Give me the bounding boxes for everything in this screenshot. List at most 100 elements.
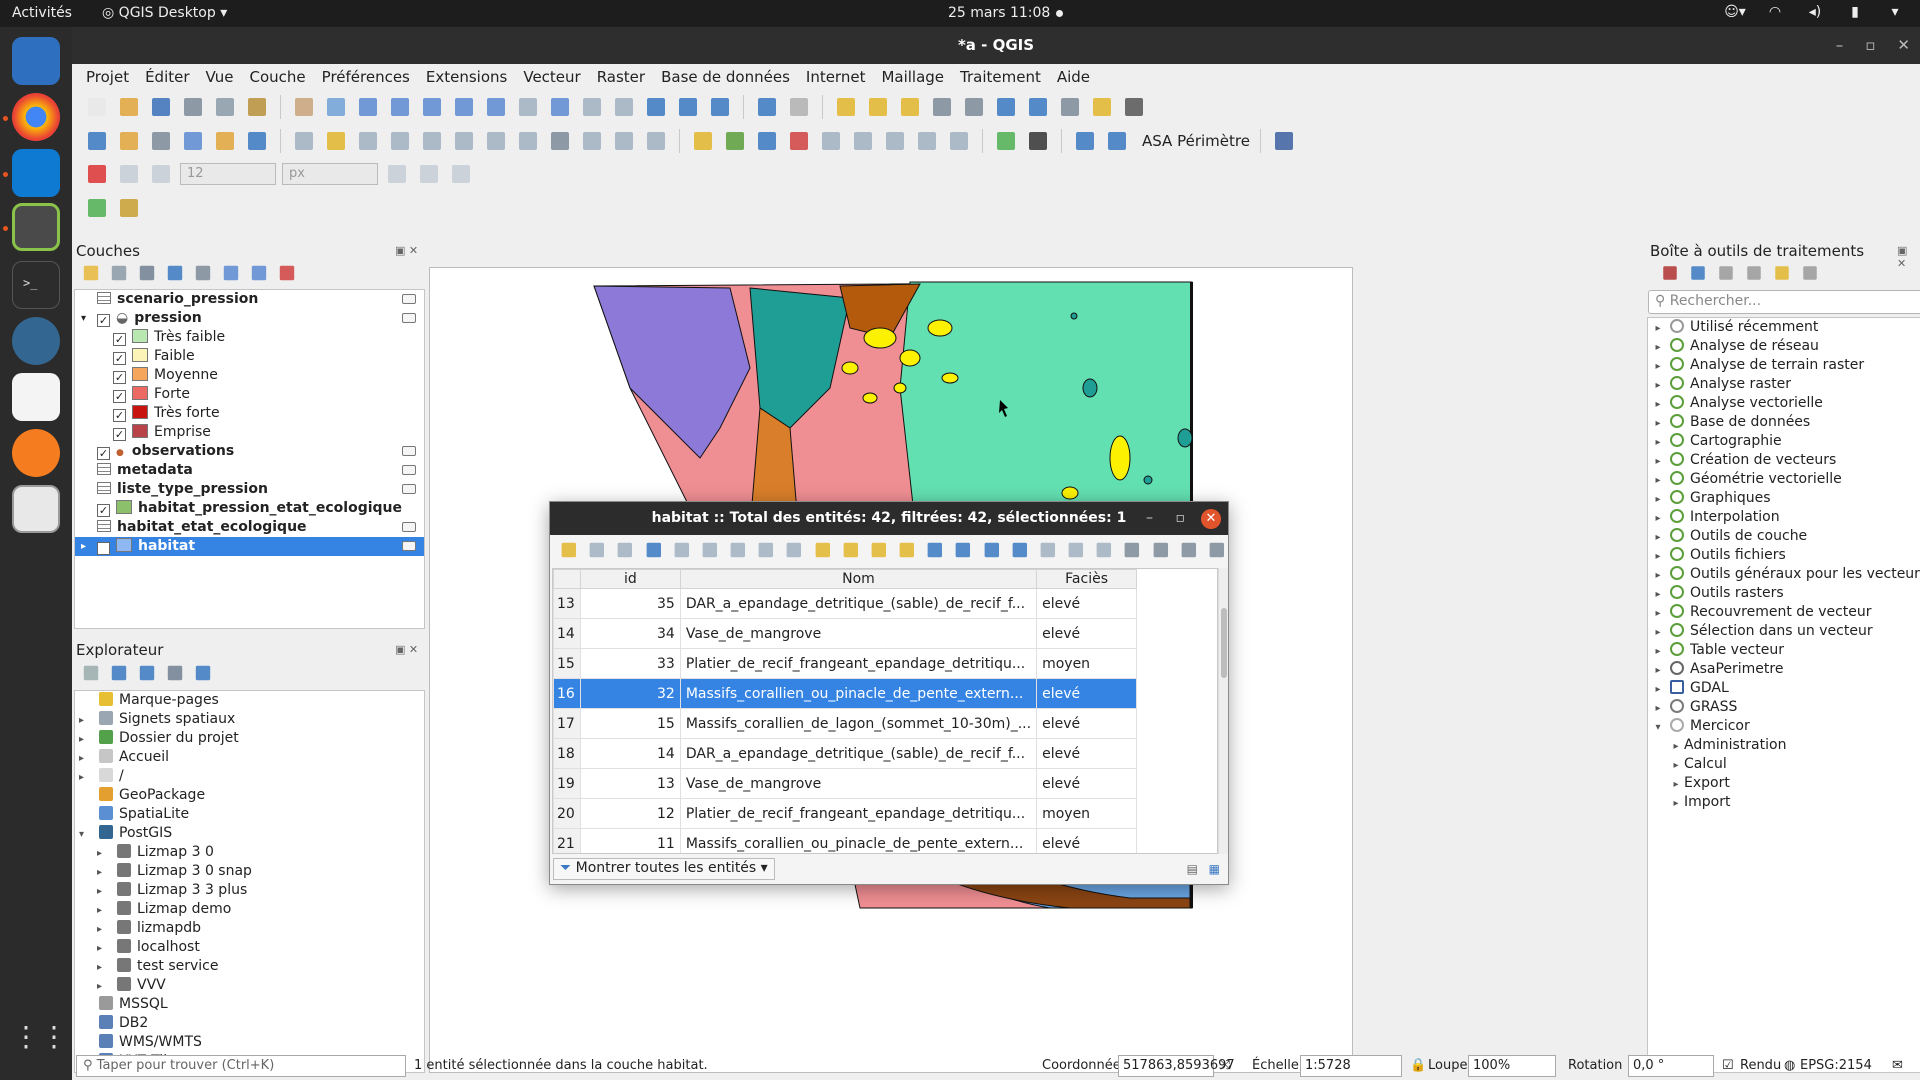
magnifier-field[interactable]: 100% xyxy=(1468,1055,1556,1077)
processing-item-mercicor[interactable]: ▾ Mercicor xyxy=(1648,717,1920,736)
filter-select-icon[interactable] xyxy=(925,540,944,561)
annotation-icon[interactable] xyxy=(1089,94,1115,120)
explorer-item-geopackage[interactable]: GeoPackage xyxy=(75,786,424,805)
explorer-item-vvv[interactable]: ▸ VVV xyxy=(75,976,424,995)
layer-visibility-checkbox[interactable]: ✓ xyxy=(97,447,110,460)
expand-arrow-icon[interactable]: ▸ xyxy=(1650,642,1666,661)
layers-panel-dock-buttons[interactable]: ▣ ✕ xyxy=(395,244,418,257)
layer-indicator-icon[interactable] xyxy=(402,465,416,475)
properties-icon[interactable] xyxy=(193,663,214,684)
expand-arrow-icon[interactable]: ▸ xyxy=(97,920,109,939)
paste-icon[interactable] xyxy=(579,128,605,154)
tracing-icon[interactable] xyxy=(448,161,474,187)
processing-item-administration[interactable]: ▸ Administration xyxy=(1648,736,1920,755)
locator-plugin-icon[interactable] xyxy=(84,195,110,221)
scale-field[interactable]: 1:5728 xyxy=(1300,1055,1402,1077)
layer-visibility-checkbox[interactable]: ✓ xyxy=(97,542,110,555)
processing-item-outils-de-couche[interactable]: ▸ Outils de couche xyxy=(1648,527,1920,546)
row-number[interactable]: 17 xyxy=(553,708,581,739)
xampp-icon[interactable] xyxy=(12,429,60,477)
row-number[interactable]: 21 xyxy=(553,828,581,853)
processing-item-recouvrement-de-vecteur[interactable]: ▸ Recouvrement de vecteur xyxy=(1648,603,1920,622)
expand-arrow-icon[interactable]: ▾ xyxy=(1650,718,1666,737)
expand-arrow-icon[interactable]: ▸ xyxy=(1650,338,1666,357)
expand-arrow-icon[interactable]: ▸ xyxy=(1668,794,1684,813)
pgadmin-icon[interactable] xyxy=(12,317,60,365)
expand-arrow-icon[interactable]: ▸ xyxy=(1650,585,1666,604)
collapse-browser-icon[interactable] xyxy=(165,663,186,684)
zoom-last-icon[interactable] xyxy=(547,94,573,120)
new-temp-layer-icon[interactable] xyxy=(212,128,238,154)
cell-facies[interactable]: elevé xyxy=(1036,708,1138,739)
save-edits-icon[interactable] xyxy=(355,128,381,154)
layout-manager-icon[interactable] xyxy=(244,94,270,120)
attribute-table-icon[interactable] xyxy=(929,94,955,120)
expand-arrow-icon[interactable]: ▸ xyxy=(1650,395,1666,414)
pan-to-selected-icon[interactable] xyxy=(981,540,1000,561)
explorer-panel-dock-buttons[interactable]: ▣ ✕ xyxy=(395,643,418,656)
processing-item-calcul[interactable]: ▸ Calcul xyxy=(1648,755,1920,774)
expand-arrow-icon[interactable]: ▸ xyxy=(1668,775,1684,794)
expand-arrow-icon[interactable]: ▸ xyxy=(1650,604,1666,623)
remove-layer-icon[interactable] xyxy=(277,263,298,284)
expand-arrow-icon[interactable]: ▸ xyxy=(1650,623,1666,642)
zoom-out-icon[interactable] xyxy=(387,94,413,120)
zoom-selection-icon[interactable] xyxy=(451,94,477,120)
menu-8[interactable]: Base de données xyxy=(653,64,798,90)
invert-selection-icon[interactable] xyxy=(868,540,887,561)
processing-item-outils-g-n-raux-pour-les-vecteurs[interactable]: ▸ Outils généraux pour les vecteurs xyxy=(1648,565,1920,584)
highlight-labels-icon[interactable] xyxy=(786,128,812,154)
processing-item-analyse-de-r-seau[interactable]: ▸ Analyse de réseau xyxy=(1648,337,1920,356)
layer-indicator-icon[interactable] xyxy=(402,294,416,304)
change-label-icon[interactable] xyxy=(882,128,908,154)
menu-12[interactable]: Aide xyxy=(1049,64,1098,90)
delete-field-icon[interactable] xyxy=(1066,540,1085,561)
explorer-item-lizmap-3-0-snap[interactable]: ▸ Lizmap 3 0 snap xyxy=(75,862,424,881)
processing-search-input[interactable]: ⚲ Rechercher... xyxy=(1648,290,1920,314)
table-row[interactable]: 21 11 Massifs_corallien_ou_pinacle_de_pent… xyxy=(553,828,1138,853)
coordinate-field[interactable]: 517863,8593697 xyxy=(1118,1055,1235,1077)
layer-item-tr-s-forte[interactable]: ✓ Très forte xyxy=(75,404,424,423)
explorer-item-test-service[interactable]: ▸ test service xyxy=(75,957,424,976)
delete-feature-icon[interactable] xyxy=(699,540,718,561)
processing-item-grass[interactable]: ▸ GRASS xyxy=(1648,698,1920,717)
layer-item-liste-type-pression[interactable]: liste_type_pression xyxy=(75,480,424,499)
row-number[interactable]: 20 xyxy=(553,798,581,829)
zoom-full-icon[interactable] xyxy=(419,94,445,120)
cell-id[interactable]: 15 xyxy=(579,708,681,739)
processing-item-cartographie[interactable]: ▸ Cartographie xyxy=(1648,432,1920,451)
explorer-item-mssql[interactable]: MSSQL xyxy=(75,995,424,1014)
pin-labels-icon[interactable] xyxy=(754,128,780,154)
topological-editing-icon[interactable] xyxy=(384,161,410,187)
expand-arrow-icon[interactable]: ▸ xyxy=(1650,699,1666,718)
cell-id[interactable]: 14 xyxy=(579,738,681,769)
add-selected-layers-icon[interactable] xyxy=(81,663,102,684)
measure-icon[interactable] xyxy=(1057,94,1083,120)
table-row[interactable]: 17 15 Massifs_corallien_de_lagon_(sommet_1… xyxy=(553,708,1138,739)
pan-to-selection-icon[interactable] xyxy=(323,94,349,120)
layer-visibility-checkbox[interactable]: ✓ xyxy=(113,409,126,422)
cell-facies[interactable]: elevé xyxy=(1036,588,1138,619)
explorer-item-accueil[interactable]: ▸ Accueil xyxy=(75,748,424,767)
layer-item-habitat-etat-ecologique[interactable]: habitat_etat_ecologique xyxy=(75,518,424,537)
refresh-icon[interactable] xyxy=(109,663,130,684)
phpmyadmin-icon[interactable] xyxy=(12,373,60,421)
expand-arrow-icon[interactable]: ▸ xyxy=(1650,357,1666,376)
messages-icon[interactable]: ✉ xyxy=(1892,1058,1903,1073)
cell-facies[interactable]: elevé xyxy=(1036,828,1138,853)
qgis-cloud-icon[interactable] xyxy=(993,128,1019,154)
column-header-facies[interactable]: Faciès xyxy=(1036,569,1138,589)
menu-0[interactable]: Projet xyxy=(78,64,137,90)
layer-indicator-icon[interactable] xyxy=(402,446,416,456)
menu-2[interactable]: Vue xyxy=(198,64,242,90)
row-number[interactable]: 14 xyxy=(553,618,581,649)
menu-6[interactable]: Vecteur xyxy=(515,64,588,90)
layer-visibility-checkbox[interactable]: ✓ xyxy=(113,333,126,346)
layer-visibility-checkbox[interactable]: ✓ xyxy=(113,352,126,365)
expand-arrow-icon[interactable]: ▸ xyxy=(1650,452,1666,471)
expand-arrow-icon[interactable]: ▾ xyxy=(81,309,86,328)
cell-id[interactable]: 11 xyxy=(579,828,681,853)
move-selection-top-icon[interactable] xyxy=(953,540,972,561)
volume-icon[interactable]: ◂) xyxy=(1804,4,1826,20)
locator-search-input[interactable]: ⚲ Taper pour trouver (Ctrl+K) xyxy=(76,1055,406,1077)
